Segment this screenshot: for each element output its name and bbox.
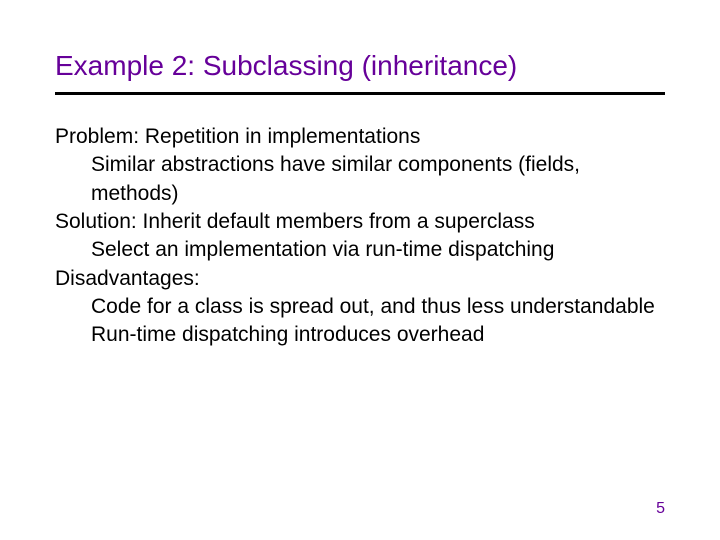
slide: Example 2: Subclassing (inheritance) Pro… [0, 0, 720, 540]
solution-detail: Select an implementation via run-time di… [91, 236, 665, 264]
problem-detail: Similar abstractions have similar compon… [91, 151, 665, 208]
disadvantage-1: Code for a class is spread out, and thus… [91, 293, 665, 321]
disadvantage-2: Run-time dispatching introduces overhead [91, 321, 665, 349]
disadvantages-label: Disadvantages: [55, 265, 665, 293]
problem-label: Problem: Repetition in implementations [55, 123, 665, 151]
slide-title: Example 2: Subclassing (inheritance) [55, 50, 665, 82]
slide-body: Problem: Repetition in implementations S… [55, 123, 665, 350]
title-underline [55, 92, 665, 95]
page-number: 5 [656, 500, 665, 518]
solution-label: Solution: Inherit default members from a… [55, 208, 665, 236]
